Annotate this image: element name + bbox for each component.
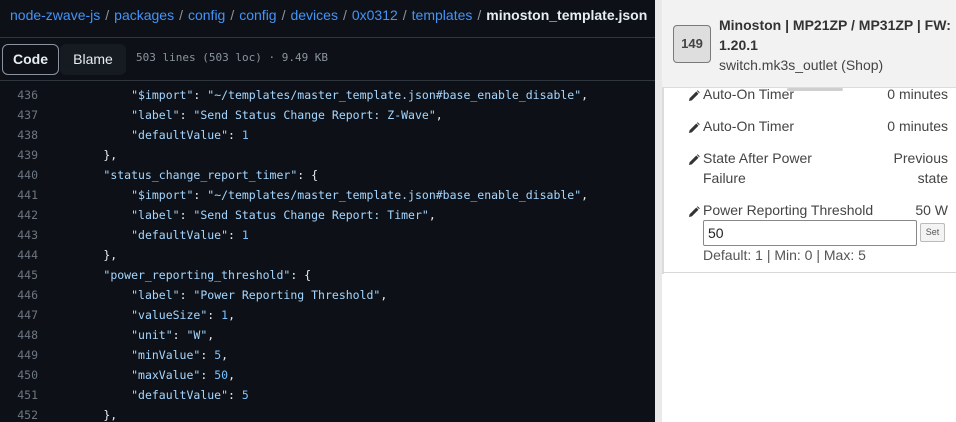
breadcrumb-link[interactable]: templates (412, 7, 473, 23)
code-text: "power_reporting_threshold": { (103, 268, 312, 282)
setting-label: Auto-On Timer (703, 89, 795, 102)
code-text: "defaultValue": 1 (131, 128, 249, 142)
code-line: 449 "minValue": 5, (0, 345, 655, 365)
line-number[interactable]: 451 (0, 385, 38, 405)
tab-blame[interactable]: Blame (60, 44, 126, 75)
breadcrumb-link[interactable]: devices (290, 7, 337, 23)
line-number[interactable]: 449 (0, 345, 38, 365)
setting-value: Previous state (893, 150, 948, 186)
setting-value: 0 minutes (887, 118, 948, 134)
code-line: 448 "unit": "W", (0, 325, 655, 345)
code-line: 447 "valueSize": 1, (0, 305, 655, 325)
code-text: "defaultValue": 5 (131, 388, 249, 402)
code-line: 446 "label": "Power Reporting Threshold"… (0, 285, 655, 305)
line-number[interactable]: 441 (0, 185, 38, 205)
code-line: 436 "$import": "~/templates/master_templ… (0, 85, 655, 105)
code-text: }, (48, 248, 118, 262)
code-line: 445 "power_reporting_threshold": { (0, 265, 655, 285)
breadcrumb-separator: / (342, 7, 347, 23)
breadcrumb: node-zwave-js / packages / config / config / dev… (10, 6, 647, 24)
setting-label: State After Power Failure (703, 150, 812, 186)
line-number[interactable]: 439 (0, 145, 38, 165)
code-line: 439 }, (0, 145, 655, 165)
code-line: 450 "maxValue": 50, (0, 365, 655, 385)
line-number[interactable]: 445 (0, 265, 38, 285)
code-text: "minValue": 5, (131, 348, 229, 362)
pencil-icon[interactable] (688, 89, 700, 101)
code-text: "valueSize": 1, (131, 308, 235, 322)
code-text: "label": "Send Status Change Report: Tim… (131, 208, 436, 222)
line-number[interactable]: 452 (0, 405, 38, 422)
breadcrumb-current-file: minoston_template.json (486, 7, 648, 23)
code-line: 440 "status_change_report_timer": { (0, 165, 655, 185)
code-line: 438 "defaultValue": 1 (0, 125, 655, 145)
panel-bottom-border (662, 272, 956, 273)
code-line: 451 "defaultValue": 5 (0, 385, 655, 405)
breadcrumb-separator: / (179, 7, 183, 23)
breadcrumb-link[interactable]: config (188, 7, 225, 23)
code-line: 442 "label": "Send Status Change Report:… (0, 205, 655, 225)
breadcrumb-link[interactable]: node-zwave-js (10, 7, 100, 23)
setting-value: 50 W (915, 202, 948, 218)
setting-label: Auto-On Timer (703, 118, 795, 134)
breadcrumb-separator: / (230, 7, 235, 23)
code-line: 441 "$import": "~/templates/master_templ… (0, 185, 655, 205)
code-text: "$import": "~/templates/master_template.… (131, 188, 589, 202)
tab-code[interactable]: Code (2, 44, 59, 75)
line-number[interactable]: 440 (0, 165, 38, 185)
line-number[interactable]: 443 (0, 225, 38, 245)
breadcrumb-link[interactable]: config (239, 7, 276, 23)
line-number[interactable]: 442 (0, 205, 38, 225)
pencil-icon[interactable] (688, 203, 700, 217)
code-text: "defaultValue": 1 (131, 228, 249, 242)
code-text: "maxValue": 50, (131, 368, 235, 382)
code-text: "unit": "W", (131, 328, 215, 342)
code-text: "label": "Send Status Change Report: Z-W… (131, 108, 443, 122)
node-id-badge[interactable]: 149 (673, 25, 711, 63)
line-number[interactable]: 448 (0, 325, 38, 345)
line-number[interactable]: 438 (0, 125, 38, 145)
code-lines: 436 "$import": "~/templates/master_templ… (0, 85, 655, 422)
breadcrumb-separator: / (281, 7, 286, 23)
code-line: 452 }, (0, 405, 655, 422)
line-number[interactable]: 444 (0, 245, 38, 265)
parameter-range-hint: Default: 1 | Min: 0 | Max: 5 (703, 247, 866, 263)
line-number[interactable]: 437 (0, 105, 38, 125)
file-toolbar: Code Blame 503 lines (503 loc) · 9.49 KB (0, 37, 655, 81)
code-text: "label": "Power Reporting Threshold", (131, 288, 388, 302)
pencil-icon[interactable] (688, 151, 700, 165)
breadcrumb-link[interactable]: 0x0312 (352, 7, 398, 23)
code-line: 443 "defaultValue": 1 (0, 225, 655, 245)
device-panel: 149 Minoston | MP21ZP / MP31ZP | FW: 1.2… (655, 0, 956, 422)
code-text: "$import": "~/templates/master_template.… (131, 88, 589, 102)
code-text: }, (48, 148, 118, 162)
code-viewer: node-zwave-js / packages / config / config / dev… (0, 0, 655, 422)
parameter-value-input[interactable] (703, 220, 917, 246)
device-header: 149 Minoston | MP21ZP / MP31ZP | FW: 1.2… (662, 0, 956, 88)
breadcrumb-separator: / (477, 7, 482, 23)
config-parameter-list: Auto-On Timer 0 minutes Auto-On Timer 0 … (662, 89, 956, 272)
device-subtitle: switch.mk3s_outlet (Shop) (719, 57, 884, 73)
set-button[interactable]: Set (920, 223, 945, 242)
line-number[interactable]: 450 (0, 365, 38, 385)
code-text: "status_change_report_timer": { (103, 168, 319, 182)
line-number[interactable]: 436 (0, 85, 38, 105)
breadcrumb-link[interactable]: packages (114, 7, 174, 23)
breadcrumb-separator: / (105, 7, 110, 23)
device-title: Minoston | MP21ZP / MP31ZP | FW: 1.20.1 (719, 17, 951, 53)
pencil-icon[interactable] (688, 119, 700, 133)
setting-label: Power Reporting Threshold (703, 202, 874, 218)
code-line: 444 }, (0, 245, 655, 265)
code-line: 437 "label": "Send Status Change Report:… (0, 105, 655, 125)
line-number[interactable]: 446 (0, 285, 38, 305)
setting-value: 0 minutes (887, 89, 948, 102)
line-number[interactable]: 447 (0, 305, 38, 325)
file-info: 503 lines (503 loc) · 9.49 KB (136, 51, 329, 64)
code-text: }, (48, 408, 118, 422)
breadcrumb-separator: / (402, 7, 407, 23)
